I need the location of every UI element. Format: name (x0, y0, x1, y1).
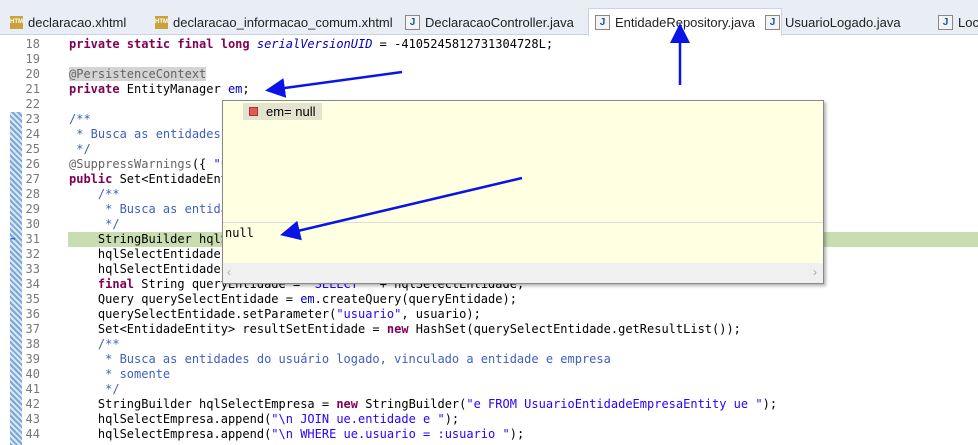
code-text: * Busca as entidades do usuário logado, … (69, 352, 611, 366)
line-number: 34 (25, 277, 40, 291)
code-text: Query querySelectEntidade = em.createQue… (69, 292, 517, 306)
editor-tabs: HTM declaracao.xhtml HTM declaracao_informa… (0, 0, 978, 36)
code-text: private static final long serialVersionU… (69, 37, 554, 51)
instruction-pointer-icon: ➡ (10, 234, 17, 245)
line-number: 39 (25, 352, 40, 366)
code-text: * somente (69, 367, 171, 381)
debug-hover-popup: em= null null ‹ › (222, 100, 824, 284)
line-number: 22 (25, 97, 40, 111)
code-line: 19 (0, 52, 978, 67)
code-line: 37 Set<EntidadeEntity> resultSetEntidade… (0, 322, 978, 337)
variable-tree-item[interactable]: em= null (243, 103, 322, 120)
line-number: 27 (25, 172, 40, 186)
line-number: 40 (25, 367, 40, 381)
code-line: 39 * Busca as entidades do usuário logad… (0, 352, 978, 367)
tab-label: declaracao_informacao_comum.xhtml (173, 14, 393, 30)
code-text: @SuppressWarnings({ "u (69, 157, 228, 171)
tab-label: LocaleC (958, 14, 978, 30)
code-line: 21 private EntityManager em; (0, 82, 978, 97)
line-number: 18 (25, 37, 40, 51)
code-text: Set<EntidadeEntity> resultSetEntidade = … (69, 322, 741, 336)
variable-label: em= null (266, 104, 316, 119)
line-number: 28 (25, 187, 40, 201)
line-number: 44 (25, 427, 40, 441)
tab-label: DeclaracaoController.java (425, 14, 574, 30)
code-text: /** (97, 337, 120, 351)
code-text: */ (69, 217, 120, 231)
code-text: querySelectEntidade.setParameter("usuari… (69, 307, 481, 321)
line-number: 31 (25, 232, 40, 246)
code-line: 40 * somente (0, 367, 978, 382)
code-line: 42 StringBuilder hqlSelectEmpresa = new … (0, 397, 978, 412)
scroll-right-icon[interactable]: › (813, 265, 817, 279)
code-text: private EntityManager em; (69, 82, 250, 96)
tab-entidaderepository-java[interactable]: JEntidadeRepository.java✕ (588, 8, 783, 36)
code-text: hqlSelectEmpresa.append("\n WHERE ue.usu… (69, 427, 525, 441)
line-number: 26 (25, 157, 40, 171)
code-line: 36 querySelectEntidade.setParameter("usu… (0, 307, 978, 322)
line-number: 20 (25, 67, 40, 81)
code-text: */ (69, 142, 91, 156)
line-number: 24 (25, 127, 40, 141)
code-text: @PersistenceContext (69, 67, 207, 81)
code-line: 38 /** (0, 337, 978, 352)
line-number: 36 (25, 307, 40, 321)
java-file-icon: J (595, 15, 610, 30)
code-line: 20 @PersistenceContext (0, 67, 978, 82)
code-text: * Busca as entida (69, 202, 228, 216)
code-text: /** (69, 112, 91, 126)
code-text: public Set<EntidadeEnt (69, 172, 228, 186)
tab-label: declaracao.xhtml (28, 14, 127, 30)
code-line: 35 Query querySelectEntidade = em.create… (0, 292, 978, 307)
field-icon (249, 107, 258, 116)
horizontal-scrollbar[interactable]: ‹ › (223, 263, 823, 283)
html-file-icon: HTM (10, 15, 23, 29)
code-line: 18 private static final long serialVersio… (0, 37, 978, 52)
code-text: * Busca as entidades (69, 127, 221, 141)
code-text: StringBuilder hqlSelectEmpresa = new Str… (69, 397, 778, 411)
tab-usuariologado-java[interactable]: J UsuarioLogado.java (765, 10, 901, 34)
line-number: 30 (25, 217, 40, 231)
code-text: hqlSelectEmpresa.append("\n JOIN ue.enti… (69, 412, 460, 426)
tab-declaracao-informacao-comum-xhtml[interactable]: HTM declaracao_informacao_comum.xhtml (155, 10, 393, 34)
line-number: 35 (25, 292, 40, 306)
scroll-left-icon[interactable]: ‹ (227, 265, 231, 279)
code-line: 44 hqlSelectEmpresa.append("\n WHERE ue.… (0, 427, 978, 442)
java-file-icon: J (765, 14, 780, 30)
line-number: 25 (25, 142, 40, 156)
code-text: StringBuilder hqlS (69, 232, 228, 246)
java-file-icon: J (938, 14, 953, 30)
code-text: hqlSelectEntidade. (69, 262, 228, 276)
variable-detail-pane: null (223, 222, 823, 262)
tab-localec[interactable]: J LocaleC (938, 10, 978, 34)
line-number: 37 (25, 322, 40, 336)
line-number: 41 (25, 382, 40, 396)
line-number: 42 (25, 397, 40, 411)
tab-label: EntidadeRepository.java (615, 15, 755, 30)
code-line: 43 hqlSelectEmpresa.append("\n JOIN ue.e… (0, 412, 978, 427)
line-number: 38 (25, 337, 40, 351)
code-text: */ (69, 382, 120, 396)
line-number: 33 (25, 262, 40, 276)
line-number: 32 (25, 247, 40, 261)
line-number: 21 (25, 82, 40, 96)
line-number: 43 (25, 412, 40, 426)
line-number: 23 (25, 112, 40, 126)
code-line: 41 */ (0, 382, 978, 397)
tab-declaracao-xhtml[interactable]: HTM declaracao.xhtml (10, 10, 126, 34)
java-file-icon: J (405, 14, 420, 30)
html-file-icon: HTM (155, 15, 168, 29)
line-number: 19 (25, 52, 40, 66)
code-text: hqlSelectEntidade. (69, 247, 228, 261)
line-number: 29 (25, 202, 40, 216)
code-text: /** (97, 187, 120, 201)
tab-declaracaocontroller-java[interactable]: J DeclaracaoController.java (405, 10, 574, 34)
tab-label: UsuarioLogado.java (785, 14, 901, 30)
